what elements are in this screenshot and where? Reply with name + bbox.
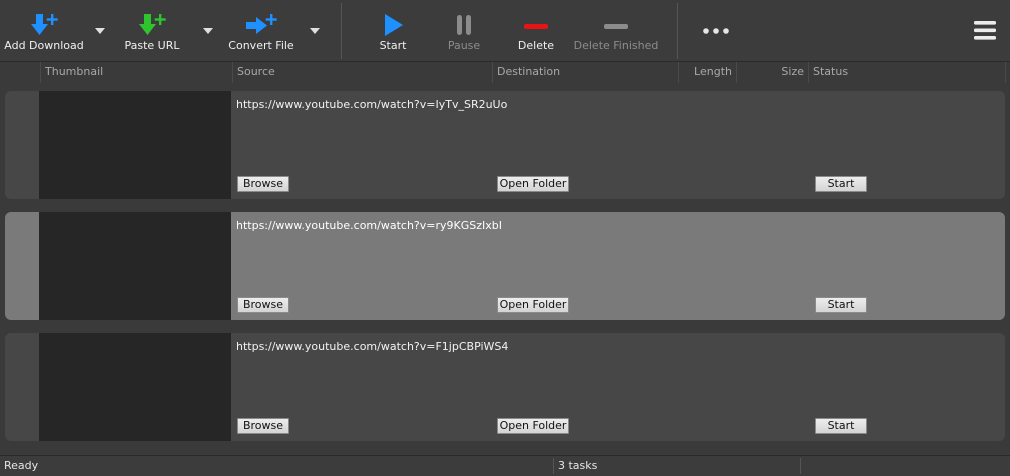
row-thumbnail [39, 91, 231, 199]
chevron-down-icon [203, 28, 213, 34]
header-thumbnail[interactable]: Thumbnail [40, 62, 232, 83]
download-plus-icon [31, 14, 58, 35]
row-source-url: https://www.youtube.com/watch?v=F1jpCBPi… [236, 340, 509, 353]
header-source[interactable]: Source [232, 62, 492, 83]
delete-button[interactable]: Delete [510, 0, 562, 62]
header-handle-column[interactable] [0, 62, 40, 83]
row-start-button[interactable]: Start [815, 297, 867, 313]
pause-icon [457, 15, 471, 35]
status-bar: Ready 3 tasks [0, 455, 1010, 476]
row-start-button[interactable]: Start [815, 418, 867, 434]
convert-arrow-plus-icon [246, 14, 277, 34]
add-download-label: Add Download [4, 39, 84, 52]
toolbar: Add Download Paste URL Convert File Star… [0, 0, 1010, 62]
header-size[interactable]: Size [736, 62, 808, 83]
paste-url-dropdown[interactable] [201, 26, 215, 36]
row-thumbnail [39, 212, 231, 320]
header-status[interactable]: Status [808, 62, 1006, 83]
hamburger-icon [974, 21, 996, 40]
status-divider [800, 458, 801, 474]
open-folder-button[interactable]: Open Folder [497, 176, 569, 192]
play-icon [385, 14, 403, 36]
row-handle[interactable] [5, 333, 39, 441]
row-handle[interactable] [5, 91, 39, 199]
delete-label: Delete [517, 39, 555, 52]
pause-button[interactable]: Pause [439, 0, 489, 62]
open-folder-button[interactable]: Open Folder [497, 418, 569, 434]
hamburger-menu-button[interactable] [970, 18, 1000, 44]
chevron-down-icon [95, 28, 105, 34]
browse-button[interactable]: Browse [237, 297, 289, 313]
open-folder-button[interactable]: Open Folder [497, 297, 569, 313]
delete-finished-button[interactable]: Delete Finished [572, 0, 660, 62]
column-header: Thumbnail Source Destination Length Size… [0, 62, 1010, 83]
table-row[interactable]: https://www.youtube.com/watch?v=IyTv_SR2… [5, 91, 1005, 199]
convert-file-button[interactable]: Convert File [222, 0, 300, 62]
start-label: Start [379, 39, 407, 52]
toolbar-separator [341, 3, 342, 59]
convert-file-label: Convert File [228, 39, 294, 52]
minus-red-icon [524, 24, 548, 29]
task-count: 3 tasks [558, 459, 598, 472]
minus-gray-icon [604, 24, 628, 29]
status-text: Ready [4, 459, 39, 472]
add-download-dropdown[interactable] [93, 26, 107, 36]
row-thumbnail [39, 333, 231, 441]
start-button[interactable]: Start [368, 0, 418, 62]
delete-finished-label: Delete Finished [573, 39, 659, 52]
row-source-url: https://www.youtube.com/watch?v=IyTv_SR2… [236, 98, 508, 111]
more-dots-icon [703, 28, 729, 34]
table-row[interactable]: https://www.youtube.com/watch?v=F1jpCBPi… [5, 333, 1005, 441]
add-download-button[interactable]: Add Download [4, 0, 84, 62]
convert-file-dropdown[interactable] [308, 26, 322, 36]
more-options-button[interactable] [696, 18, 738, 42]
row-source-url: https://www.youtube.com/watch?v=ry9KGSzI… [236, 219, 502, 232]
header-length[interactable]: Length [678, 62, 736, 83]
row-handle[interactable] [5, 212, 39, 320]
header-destination[interactable]: Destination [492, 62, 678, 83]
browse-button[interactable]: Browse [237, 176, 289, 192]
toolbar-separator [677, 3, 678, 59]
table-row[interactable]: https://www.youtube.com/watch?v=ry9KGSzI… [5, 212, 1005, 320]
pause-label: Pause [447, 39, 481, 52]
paste-url-plus-icon [139, 14, 166, 35]
paste-url-label: Paste URL [124, 39, 180, 52]
browse-button[interactable]: Browse [237, 418, 289, 434]
chevron-down-icon [310, 28, 320, 34]
row-start-button[interactable]: Start [815, 176, 867, 192]
paste-url-button[interactable]: Paste URL [114, 0, 190, 62]
